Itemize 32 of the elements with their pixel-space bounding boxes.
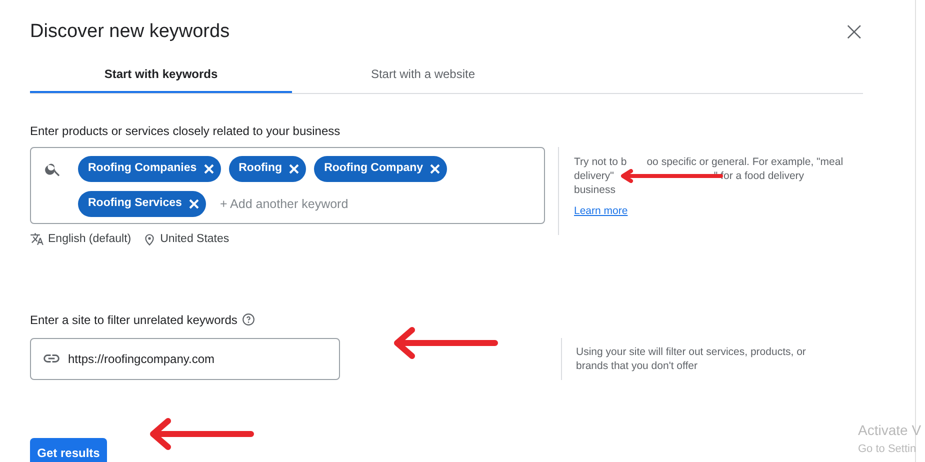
close-button[interactable]: ×: [843, 19, 865, 46]
keyword-chip[interactable]: Roofing Services: [78, 190, 206, 216]
keyword-input[interactable]: + Add another keyword: [214, 190, 364, 216]
translate-icon: [30, 232, 44, 246]
location-pin-icon: [143, 232, 156, 246]
hint-text: Try not to b: [574, 154, 627, 168]
os-notice-title: Activate V: [858, 421, 922, 440]
url-field[interactable]: https://roofingcompany.com: [30, 338, 340, 380]
keyword-chip[interactable]: Roofing Companies: [78, 156, 221, 182]
close-icon[interactable]: [288, 162, 300, 174]
url-input[interactable]: https://roofingcompany.com: [68, 350, 328, 368]
tab[interactable]: Start with keywords: [30, 56, 292, 92]
keyword-chip[interactable]: Roofing Company: [314, 156, 448, 182]
hint-text: Using your site will filter out services, products, or brands that you don't offer: [576, 344, 807, 373]
close-icon[interactable]: [202, 162, 215, 174]
hint-text: oo specific or general. For example, "meal: [646, 154, 844, 168]
location-setting[interactable]: United States: [160, 230, 230, 248]
get-results-button[interactable]: Get results: [30, 438, 107, 462]
hint-text: business: [574, 182, 616, 196]
close-icon[interactable]: [429, 162, 442, 174]
keyword-chip[interactable]: Roofing: [228, 156, 306, 182]
os-notice-text: Go to Settin: [858, 442, 918, 457]
help-icon[interactable]: [242, 313, 256, 326]
tab[interactable]: Start with a website: [292, 56, 554, 92]
learn-more-link[interactable]: Learn more: [574, 204, 628, 220]
keyword-field[interactable]: Roofing Companies Roofing Roofing Company Roofing Services + Add another keyword: [30, 146, 545, 224]
dialog-title: Discover new keywords: [30, 20, 230, 44]
language-setting[interactable]: English (default): [48, 230, 132, 248]
close-icon[interactable]: [188, 198, 200, 210]
field-label: Enter a site to filter unrelated keywords: [30, 312, 238, 329]
field-label: Enter products or services closely related to your business: [30, 122, 342, 140]
hint-text: delivery": [574, 168, 614, 182]
